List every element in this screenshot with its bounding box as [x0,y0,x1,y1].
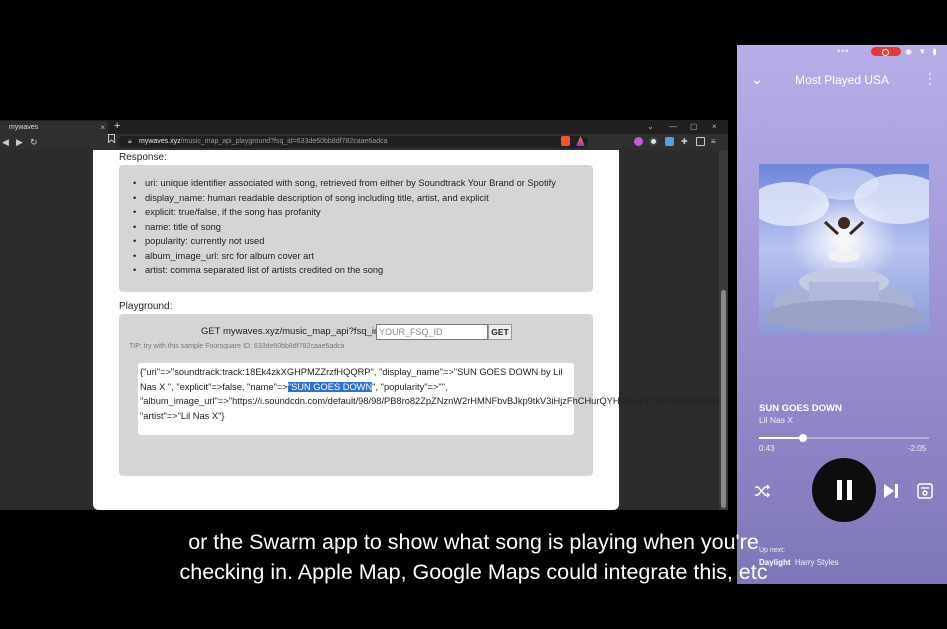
tab-bar: mywaves × + ⌄ — ▢ × [0,120,728,134]
progress-bar[interactable] [759,434,929,442]
response-field-item: explicit: true/false, if the song has pr… [133,205,556,220]
response-field-item: name: title of song [133,220,556,235]
get-endpoint-text: GET mywaves.xyz/music_map_api?fsq_id= [201,326,385,337]
scrollbar[interactable] [719,150,728,510]
shuffle-icon[interactable] [754,483,770,499]
recording-indicator-icon [871,47,901,56]
more-options-icon[interactable]: ⋮ [923,70,937,87]
selected-text: "SUN GOES DOWN [287,381,373,392]
response-box: uri: unique identifier associated with s… [119,165,593,292]
subtitle-line-1: or the Swarm app to show what song is pl… [188,530,759,554]
browser-window: mywaves × + ⌄ — ▢ × ◀ ▶ ↻ 🔒︎ mywaves.xyz… [0,120,728,510]
song-title: SUN GOES DOWN [759,403,842,414]
forward-icon[interactable]: ▶ [16,134,23,150]
url-text: mywaves.xyz/music_map_api_playground?fsq… [139,138,388,145]
status-icons: ◉ ▼ ▮ [905,47,939,56]
video-subtitles: or the Swarm app to show what song is pl… [0,527,947,587]
minimize-icon[interactable]: — [669,120,677,134]
api-docs-page: Response: uri: unique identifier associa… [93,150,728,510]
extension-icon-3[interactable] [665,137,674,146]
address-bar[interactable]: 🔒︎ mywaves.xyz/music_map_api_playground?… [118,136,588,148]
tab-search-icon[interactable]: ⌄ [647,120,654,134]
brave-shield-icon[interactable] [561,136,570,146]
lock-icon: 🔒︎ [128,138,132,145]
maximize-icon[interactable]: ▢ [690,120,698,134]
close-icon[interactable]: × [100,121,105,134]
browser-toolbar: ◀ ▶ ↻ 🔒︎ mywaves.xyz/music_map_api_playg… [0,134,728,150]
playground-box: GET mywaves.xyz/music_map_api?fsq_id= GE… [119,314,728,476]
response-field-list: uri: unique identifier associated with s… [133,176,556,278]
response-field-item: album_image_url: src for album cover art [133,249,556,264]
time-elapsed: 0:43 [759,444,775,453]
response-field-item: artist: comma separated list of artists … [133,263,556,278]
response-field-item: popularity: currently not used [133,234,556,249]
response-field-item: uri: unique identifier associated with s… [133,176,556,191]
response-label: Response: [119,152,167,163]
scrollbar-thumb[interactable] [721,290,726,508]
window-close-icon[interactable]: × [712,120,717,134]
playlist-title: Most Played USA [794,73,890,87]
bookmark-icon[interactable] [108,134,115,150]
menu-icon[interactable]: ≡ [711,137,720,146]
status-bar: ••• ◉ ▼ ▮ [737,45,947,59]
cast-device-icon[interactable] [916,482,934,500]
response-field-item: display_name: human readable description… [133,191,556,206]
progress-knob[interactable] [799,434,808,442]
json-response-output: {"uri"=>"soundtrack:track:18Ek4zkXGHPMZZ… [138,363,728,435]
sidebar-icon[interactable] [696,137,705,146]
pause-icon [837,480,842,500]
next-track-icon[interactable] [882,482,900,500]
tip-text: TIP: try with this sample Foursquare ID:… [129,343,345,350]
pause-button[interactable] [812,458,876,522]
reload-icon[interactable]: ↻ [30,134,38,150]
playground-label: Playground: [119,301,173,312]
progress-fill [759,437,804,439]
fsq-id-input[interactable] [376,324,488,340]
album-art [759,164,929,334]
status-dots: ••• [837,46,850,56]
phone-music-player: ••• ◉ ▼ ▮ ⌄ Most Played USA ⋮ SUN GOES D… [737,45,947,584]
extension-icon-1[interactable] [634,137,643,146]
new-tab-button[interactable]: + [114,120,120,133]
song-artist[interactable]: Lil Nas X [759,415,793,425]
subtitle-line-2: checking in. Apple Map, Google Maps coul… [179,560,768,584]
time-remaining: -2:05 [908,444,927,453]
puzzle-icon[interactable]: ✚ [681,137,690,146]
get-button[interactable]: GET [488,324,512,340]
pause-icon-bar [847,480,852,500]
tab-mywaves[interactable]: mywaves × [0,121,108,134]
tab-title: mywaves [9,124,39,131]
page-viewport: Response: uri: unique identifier associa… [0,150,728,510]
back-icon[interactable]: ◀ [2,134,9,150]
extension-icon-2[interactable] [649,137,658,146]
